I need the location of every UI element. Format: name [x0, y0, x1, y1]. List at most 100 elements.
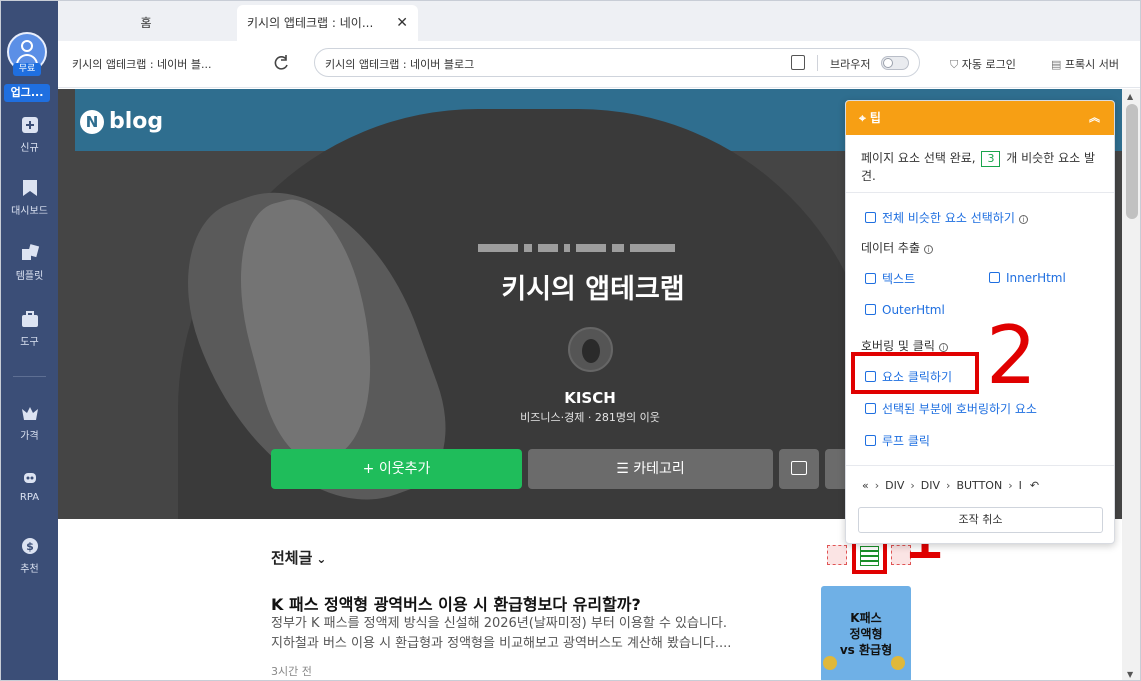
divider — [846, 192, 1114, 193]
breadcrumb-sep: › — [874, 479, 880, 492]
shield-icon: ⛉ — [950, 58, 962, 71]
chat-icon — [791, 461, 807, 475]
sidebar-item-dashboard[interactable]: 대시보드 — [1, 178, 58, 224]
annotation-number-2: 2 — [986, 309, 1037, 402]
tab-home[interactable]: 홈 — [116, 5, 176, 41]
breadcrumb-sep: › — [1008, 479, 1013, 492]
page-title: 키시의 앱테크랩 : 네이버 블... — [72, 58, 212, 71]
scroll-up-icon[interactable]: ▲ — [1127, 92, 1133, 101]
text-icon — [865, 273, 876, 284]
similar-count-badge: 3 — [981, 151, 1001, 167]
divider — [817, 55, 818, 71]
click-element-highlight — [851, 352, 979, 394]
bookmark-icon — [22, 180, 37, 196]
breadcrumb-item[interactable]: I — [1019, 479, 1022, 492]
sidebar-item-label: 가격 — [20, 431, 39, 442]
code-icon — [865, 304, 876, 315]
blurred-text — [478, 237, 728, 252]
file-icon[interactable] — [791, 55, 805, 70]
divider — [846, 465, 1114, 466]
address-row: 키시의 앱테크랩 : 네이버 블... 키시의 앱테크랩 : 네이버 블로그 브… — [58, 41, 1140, 88]
extract-innerhtml-link[interactable]: InnerHtml — [989, 271, 1066, 285]
sidebar-item-template[interactable]: 템플릿 — [1, 243, 58, 289]
collapse-icon[interactable]: ︽ — [1089, 101, 1100, 135]
breadcrumb-item[interactable]: DIV — [921, 479, 940, 492]
extract-text-link[interactable]: 텍스트 — [865, 270, 915, 287]
naver-n-icon: N — [80, 109, 104, 134]
similar-element-highlight[interactable] — [827, 545, 847, 565]
upgrade-button[interactable]: 업그... — [4, 84, 50, 102]
template-icon — [21, 244, 39, 260]
sidebar-item-rpa[interactable]: RPA — [1, 468, 58, 514]
scrollbar-thumb[interactable] — [1126, 104, 1138, 219]
breadcrumb-item[interactable]: BUTTON — [956, 479, 1002, 492]
sidebar-item-pricing[interactable]: 가격 — [1, 403, 58, 449]
select-all-similar-link[interactable]: 전체 비슷한 요소 선택하기 i — [865, 209, 1028, 226]
tip-panel: ⌖ 팁 ︽ 페이지 요소 선택 완료, 3 개 비슷한 요소 발견. 전체 비슷… — [845, 100, 1115, 544]
autologin-button[interactable]: ⛉ 자동 로그인 — [950, 56, 1016, 72]
blog-subtitle: 비즈니스·경제 · 281명의 이웃 — [520, 411, 660, 424]
sidebar-item-new[interactable]: 신규 — [1, 115, 58, 161]
add-neighbor-button[interactable]: + 이웃추가 — [271, 449, 522, 489]
left-sidebar: 무료 업그... 신규 대시보드 템플릿 도구 가격 RPA $ 추천 — [1, 1, 58, 680]
url-bar[interactable]: 키시의 앱테크랩 : 네이버 블로그 브라우저 — [314, 48, 920, 77]
tip-message-text: 페이지 요소 선택 완료, — [861, 151, 976, 165]
cancel-operation-button[interactable]: 조작 취소 — [858, 507, 1103, 533]
scrollbar[interactable]: ▲ ▼ — [1122, 89, 1140, 680]
undo-icon[interactable]: ↶ — [1030, 479, 1039, 492]
robot-icon — [23, 473, 36, 483]
thumbnail-text: K패스 정액형 vs 환급형 — [839, 611, 893, 657]
browser-label: 브라우저 — [830, 58, 871, 71]
breadcrumb-item[interactable]: « — [862, 479, 869, 492]
proxy-label: 프록시 서버 — [1064, 58, 1119, 71]
category-button[interactable]: ☰ 카테고리 — [528, 449, 773, 489]
grid-icon — [865, 212, 876, 223]
sidebar-divider — [13, 376, 46, 377]
section-title-label: 전체글 — [271, 549, 313, 567]
loop-click-link[interactable]: 루프 클릭 — [865, 432, 930, 449]
blog-logo[interactable]: Nblog — [80, 109, 163, 135]
link-label: OuterHtml — [882, 303, 945, 317]
info-icon: i — [938, 343, 948, 352]
proxy-icon: ▤ — [1051, 58, 1065, 71]
element-path-breadcrumb[interactable]: « › DIV › DIV › BUTTON › I ↶ — [862, 479, 1039, 492]
browser-toggle[interactable] — [881, 56, 909, 70]
hover-selected-link[interactable]: 선택된 부분에 호버링하기 요소 — [865, 400, 1037, 417]
hover-icon — [865, 403, 876, 414]
tab-bar: 홈 키시의 앱테크랩 : 네이... ✕ — [58, 1, 1140, 41]
code-icon — [989, 272, 1000, 283]
label-text: 데이터 추출 — [861, 241, 921, 255]
svg-text:$: $ — [26, 540, 34, 553]
sidebar-item-label: 대시보드 — [11, 206, 48, 217]
sidebar-item-recommend[interactable]: $ 추천 — [1, 536, 58, 582]
profile-image[interactable] — [568, 327, 613, 372]
close-icon[interactable]: ✕ — [396, 5, 408, 41]
chat-button[interactable] — [779, 449, 819, 489]
app-window: 무료 업그... 신규 대시보드 템플릿 도구 가격 RPA $ 추천 홈 키시… — [0, 0, 1141, 681]
tip-header[interactable]: ⌖ 팁 ︽ — [846, 101, 1114, 135]
sidebar-item-label: 추천 — [20, 564, 39, 575]
info-icon: i — [1018, 215, 1028, 224]
post-desc-line: 정부가 K 패스를 정액제 방식을 신설해 2026년(날짜미정) 부터 이용할… — [271, 616, 728, 631]
breadcrumb-item[interactable]: DIV — [885, 479, 904, 492]
plus-square-icon — [21, 117, 38, 133]
sidebar-item-label: 도구 — [20, 337, 39, 348]
proxy-button[interactable]: ▤ 프록시 서버 — [1051, 56, 1119, 72]
post-title[interactable]: K 패스 정액형 광역버스 이용 시 환급형보다 유리할까? — [271, 591, 641, 615]
sidebar-item-tools[interactable]: 도구 — [1, 309, 58, 355]
chevron-down-icon: ⌄ — [316, 552, 327, 566]
tip-title: ⌖ 팁 — [859, 111, 881, 125]
tab-active[interactable]: 키시의 앱테크랩 : 네이... ✕ — [237, 5, 418, 41]
section-title[interactable]: 전체글 ⌄ — [271, 547, 326, 568]
link-label: 텍스트 — [882, 272, 916, 286]
extract-outerhtml-link[interactable]: OuterHtml — [865, 303, 945, 317]
data-extract-label: 데이터 추출 i — [861, 239, 934, 256]
autologin-label: 자동 로그인 — [961, 58, 1016, 71]
blog-title[interactable]: 키시의 앱테크랩 — [388, 267, 798, 306]
info-icon: i — [924, 245, 934, 254]
tab-title: 키시의 앱테크랩 : 네이... — [247, 16, 374, 30]
post-thumbnail[interactable]: K패스 정액형 vs 환급형 — [821, 586, 911, 680]
reload-icon[interactable] — [272, 54, 290, 72]
scroll-down-icon[interactable]: ▼ — [1127, 670, 1133, 679]
blog-nickname[interactable]: KISCH — [518, 389, 662, 407]
